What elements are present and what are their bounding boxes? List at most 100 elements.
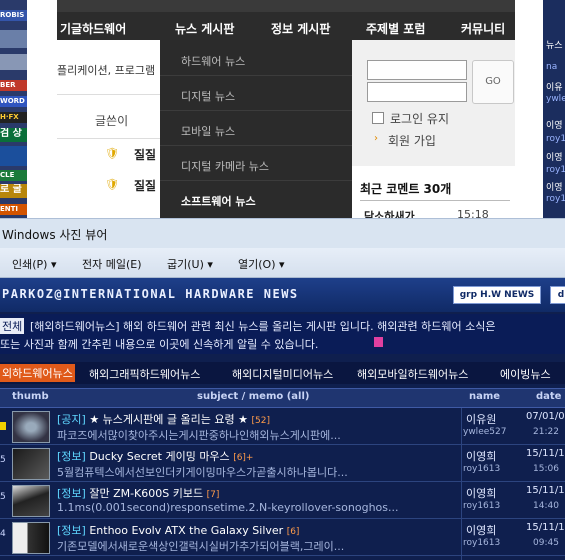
username-input[interactable] [367, 60, 467, 80]
col-date[interactable]: date [536, 391, 561, 402]
row-title-line[interactable]: [정보] Enthoo Evolv ATX the Galaxy Silver … [57, 522, 299, 538]
recent-comments-title: 최근 코멘트 30개 [360, 182, 452, 196]
tab-overseas-digital[interactable]: 해외디지털미디어뉴스 [232, 366, 333, 382]
login-panel: GO 로그인 유지 › 회원 가입 최근 코멘트 30개 닦소하새가 15:18 [352, 40, 515, 218]
arrow-icon: › [374, 133, 378, 144]
row-memo: 1.1ms(0.001second)responsetime.2.N-keyro… [57, 501, 399, 514]
content-text: 플리케이션, 프로그램 [57, 64, 156, 77]
right-banner: 뉴스 na 이유 ywle 이영 roy1 이영 roy1 이영 roy1 [543, 0, 565, 218]
nav-topic-forum[interactable]: 주제별 포럼 [366, 20, 425, 37]
submenu-camera-news[interactable]: 디지털 카메라 뉴스 [181, 158, 269, 174]
banner-text: 로 굴 [0, 184, 27, 198]
row-number: 5 [0, 455, 6, 465]
signup-link[interactable]: 회원 가입 [388, 132, 436, 149]
tab-overseas-hw[interactable]: 외하드웨어뉴스 [0, 364, 75, 382]
col-thumb: thumb [12, 391, 49, 402]
row-memo: 기존모델에서새로운색상인갤럭시실버가추가되어블랙,그레이... [57, 540, 345, 553]
submenu-digital-news[interactable]: 디지털 뉴스 [181, 88, 235, 104]
banner-text: CLE [0, 170, 27, 181]
row-date: 15/11/1 [526, 485, 565, 496]
thumbnail[interactable] [12, 485, 50, 517]
column-header: thumb subject / memo (all) name date [0, 388, 565, 408]
row-author-id: ywlee527 [463, 427, 507, 437]
banner-text: na [546, 62, 558, 72]
banner-text: WORD [0, 96, 27, 107]
row-time: 09:45 [533, 538, 559, 548]
banner-text: 검 상 [0, 128, 27, 142]
left-banner: ROBIS BER WORD H·FX 검 상 CLE 로 굴 ENTI [0, 0, 27, 218]
row-title-line[interactable]: [정보] 잘만 ZM-K600S 키보드 [7] [57, 485, 219, 501]
nav-community[interactable]: 커뮤니티 [461, 20, 505, 37]
row-number: 5 [0, 492, 6, 502]
notice-marker [0, 422, 6, 430]
banner-text: 이유 [546, 83, 563, 93]
thumbnail[interactable] [12, 448, 50, 480]
table-row[interactable]: 5 [정보] 잘만 ZM-K600S 키보드 [7] 1.1ms(0.001se… [0, 482, 565, 519]
viewer-menu-bar: 인쇄(P) ▾ 전자 메일(E) 굽기(U) ▾ 열기(O) ▾ [0, 248, 565, 278]
desc-line-2: 또는 사진과 함께 간추린 내용으로 이곳에 신속하게 알릴 수 있습니다. [0, 338, 319, 351]
d-button[interactable]: d [550, 286, 565, 304]
menu-burn[interactable]: 굽기(U) ▾ [167, 256, 213, 272]
row-author-id: roy1613 [463, 501, 501, 511]
shield-icon: 🛡 [105, 178, 119, 191]
row-time: 14:40 [533, 501, 559, 511]
row-author-id: roy1613 [463, 538, 501, 548]
row-author[interactable]: 이영희 [466, 485, 496, 501]
row-title-line[interactable]: [정보] Ducky Secret 게이밍 마우스 [6]+ [57, 448, 253, 464]
row-title-line[interactable]: [공지] ★ 뉴스게시판에 글 올리는 요령 ★ [52] [57, 411, 270, 427]
row-time: 15:06 [533, 464, 559, 474]
submenu-hardware-news[interactable]: 하드웨어 뉴스 [181, 53, 245, 69]
tab-overseas-mobile[interactable]: 해외모바일하드웨어뉴스 [357, 366, 468, 382]
banner-block [0, 146, 27, 166]
background-website: ROBIS BER WORD H·FX 검 상 CLE 로 굴 ENTI 기글하… [0, 0, 565, 218]
table-row[interactable]: 4 [정보] Enthoo Evolv ATX the Galaxy Silve… [0, 519, 565, 556]
row-memo: 5월컴퓨텍스에서선보인더키게이밍마우스가곧출시하나봅니다... [57, 466, 348, 479]
grp-news-button[interactable]: grp H.W NEWS [453, 286, 541, 304]
news-submenu: 하드웨어 뉴스 디지털 뉴스 모바일 뉴스 디지털 카메라 뉴스 소프트웨어 뉴… [160, 40, 352, 218]
author-name[interactable]: 질질 [134, 177, 156, 194]
content-area: 플리케이션, 프로그램 글쓴이 🛡 질질 🛡 질질 [57, 40, 160, 218]
menu-print[interactable]: 인쇄(P) ▾ [12, 256, 56, 272]
nav-home[interactable]: 기글하드웨어 [60, 20, 126, 37]
col-subject[interactable]: subject / memo (all) [197, 391, 309, 402]
nav-info-board[interactable]: 정보 게시판 [271, 20, 330, 37]
tab-aving[interactable]: 에이빙뉴스 [500, 366, 551, 382]
nav-news-board[interactable]: 뉴스 게시판 [175, 20, 234, 37]
banner-text: BER [0, 80, 27, 91]
viewer-title: Windows 사진 뷰어 [2, 228, 108, 242]
table-row[interactable]: 5 [정보] Ducky Secret 게이밍 마우스 [6]+ 5월컴퓨텍스에… [0, 445, 565, 482]
row-date: 07/01/0 [526, 411, 565, 422]
row-author-id: roy1613 [463, 464, 501, 474]
banner-block [0, 30, 27, 48]
submenu-software-news[interactable]: 소프트웨어 뉴스 [181, 193, 256, 209]
recent-comment-item[interactable]: 닦소하새가 [364, 208, 415, 218]
banner-text: roy1 [546, 165, 565, 175]
keep-login-label: 로그인 유지 [390, 112, 450, 126]
password-input[interactable] [367, 82, 467, 102]
row-author[interactable]: 이영희 [466, 522, 496, 538]
row-author[interactable]: 이영희 [466, 448, 496, 464]
row-date: 15/11/1 [526, 448, 565, 459]
row-memo: 파코즈에서많이찾아주시는게시판중하나인해외뉴스게시판에... [57, 429, 341, 442]
tab-overseas-graphics[interactable]: 해외그래픽하드웨어뉴스 [89, 366, 200, 382]
banner-text: roy1 [546, 134, 565, 144]
author-header: 글쓴이 [95, 114, 129, 128]
login-go-button[interactable]: GO [472, 60, 514, 104]
banner-text: 이영 [546, 153, 563, 163]
site-title: PARKOZ@INTERNATIONAL HARDWARE NEWS [2, 287, 299, 301]
row-author[interactable]: 이유원 [466, 411, 496, 427]
menu-open[interactable]: 열기(O) ▾ [238, 256, 285, 272]
row-number: 4 [0, 529, 6, 539]
thumbnail[interactable] [12, 411, 50, 443]
board-header: PARKOZ@INTERNATIONAL HARDWARE NEWS grp H… [0, 278, 565, 312]
submenu-mobile-news[interactable]: 모바일 뉴스 [181, 123, 235, 139]
badge-icon [374, 337, 383, 347]
banner-text: 이영 [546, 121, 563, 131]
table-row[interactable]: [공지] ★ 뉴스게시판에 글 올리는 요령 ★ [52] 파코즈에서많이찾아주… [0, 408, 565, 445]
thumbnail[interactable] [12, 522, 50, 554]
author-name[interactable]: 질질 [134, 146, 156, 163]
keep-login-checkbox[interactable] [372, 112, 384, 124]
menu-email[interactable]: 전자 메일(E) [82, 256, 142, 272]
category-tabs: 외하드웨어뉴스 해외그래픽하드웨어뉴스 해외디지털미디어뉴스 해외모바일하드웨어… [0, 362, 565, 384]
col-name[interactable]: name [469, 391, 500, 402]
